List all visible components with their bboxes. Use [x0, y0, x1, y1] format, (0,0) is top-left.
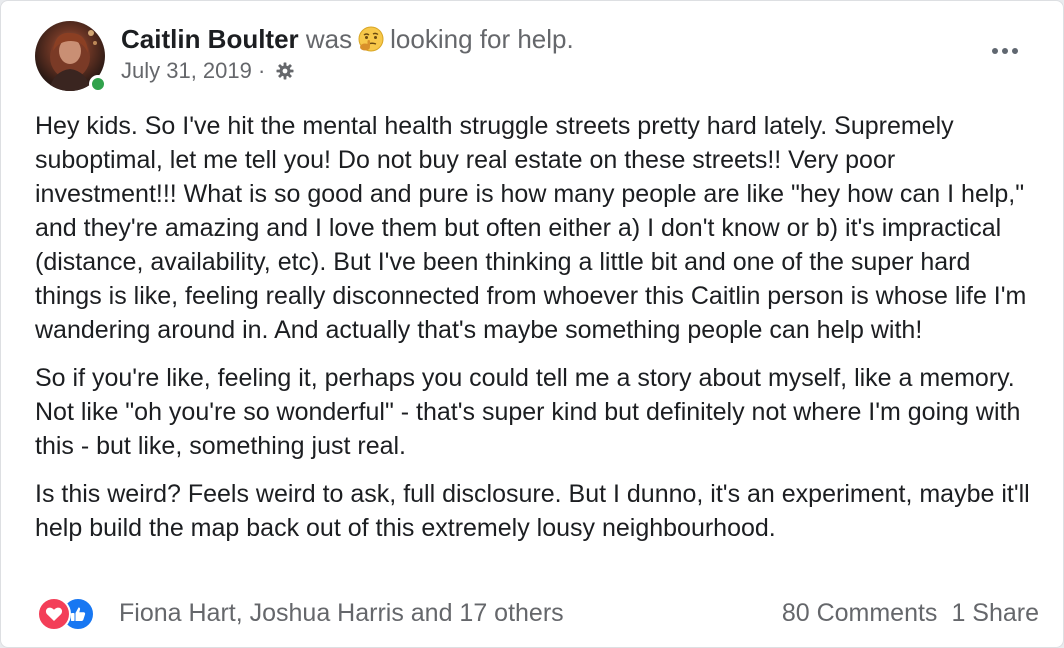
comments-count[interactable]: 80 Comments	[782, 599, 938, 627]
activity-text: looking for help.	[390, 24, 574, 54]
post-body: Hey kids. So I've hit the mental health …	[35, 109, 1035, 559]
post-meta: July 31, 2019 ·	[121, 57, 295, 85]
post-date[interactable]: July 31, 2019	[121, 58, 252, 83]
thinking-face-icon	[358, 26, 384, 52]
engagement-counts: 80 Comments 1 Share	[782, 597, 1039, 629]
online-status-indicator	[89, 75, 107, 93]
love-icon	[37, 597, 71, 631]
post-paragraph: Is this weird? Feels weird to ask, full …	[35, 480, 1030, 542]
post-paragraph: So if you're like, feeling it, perhaps y…	[35, 364, 1021, 460]
more-options-button[interactable]	[987, 39, 1023, 63]
activity-prefix: was	[305, 24, 353, 54]
author-name[interactable]: Caitlin Boulter	[121, 24, 299, 54]
post-author-line: Caitlin Boulter was looking for help.	[121, 23, 574, 55]
post-footer: Fiona Hart, Joshua Harris and 17 others …	[35, 591, 1039, 635]
post-card: Caitlin Boulter was looking for help. Ju…	[0, 0, 1064, 648]
post-header: Caitlin Boulter was looking for help. Ju…	[35, 19, 1025, 95]
post-paragraph: Hey kids. So I've hit the mental health …	[35, 112, 1027, 344]
gear-icon[interactable]	[275, 61, 295, 81]
avatar[interactable]	[35, 21, 107, 93]
reaction-icons[interactable]	[37, 595, 107, 631]
reactors-summary[interactable]: Fiona Hart, Joshua Harris and 17 others	[119, 597, 564, 629]
shares-count[interactable]: 1 Share	[951, 599, 1039, 627]
more-options-icon	[992, 48, 998, 54]
meta-separator: ·	[258, 58, 266, 83]
